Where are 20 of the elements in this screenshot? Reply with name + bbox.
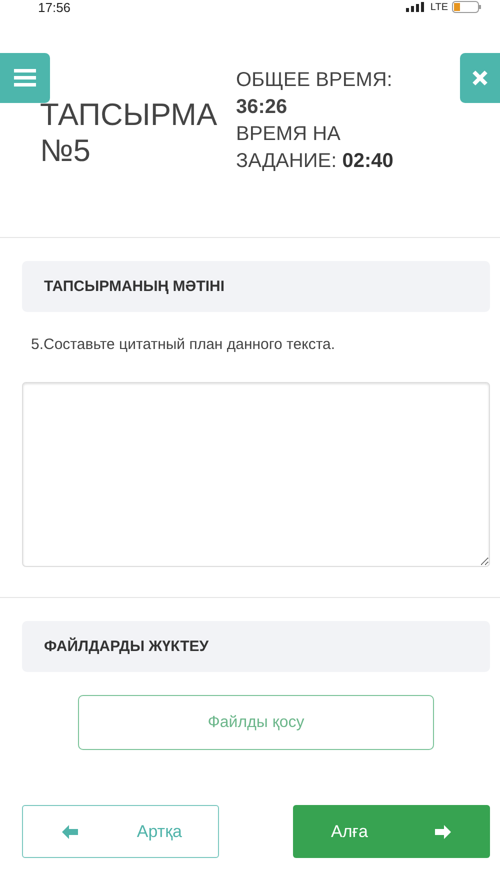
section-heading: ФАЙЛДАРДЫ ЖҮКТЕУ	[22, 621, 490, 672]
close-icon	[472, 70, 488, 86]
signal-icon	[406, 2, 426, 12]
task-text: 5.Составьте цитатный план данного текста.	[30, 335, 336, 353]
network-label: LTE	[430, 2, 448, 12]
clock-time: 17:56	[38, 0, 71, 14]
right-arrow-icon	[434, 824, 452, 840]
section-heading: ТАПСЫРМАНЫҢ МӘТІНІ	[22, 261, 490, 312]
back-button[interactable]: Артқа	[22, 805, 219, 858]
close-button[interactable]	[460, 53, 500, 103]
add-file-button[interactable]: Файлды қосу	[78, 695, 434, 750]
left-arrow-icon	[61, 824, 79, 840]
total-time: 36:26	[236, 95, 288, 120]
task-title: ТАПСЫРМА №5	[40, 97, 218, 169]
task-time: ВРЕМЯ НА ЗАДАНИЕ: 02:40	[236, 122, 394, 174]
next-button[interactable]: Алға	[293, 805, 490, 858]
menu-button[interactable]	[0, 53, 50, 103]
battery-icon	[452, 1, 482, 13]
menu-icon	[14, 69, 36, 87]
total-time-label: ОБЩЕЕ ВРЕМЯ:	[236, 68, 394, 93]
